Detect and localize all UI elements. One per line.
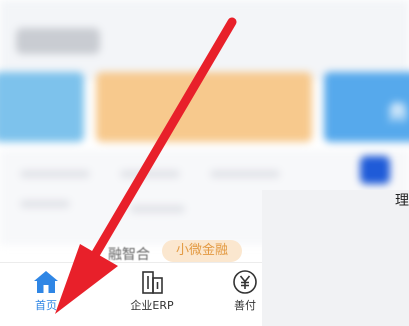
section-badge[interactable]: 小微金融 xyxy=(162,240,242,262)
content-placeholder-line xyxy=(120,170,180,178)
home-icon xyxy=(34,271,58,293)
content-placeholder-line xyxy=(20,200,70,208)
bottom-tab-bar: 首页 企业ERP 善付 xyxy=(0,262,262,326)
content-placeholder-line xyxy=(210,170,280,178)
tab-home[interactable]: 首页 xyxy=(6,263,86,326)
banner-card-orange[interactable] xyxy=(96,72,312,142)
content-placeholder-line xyxy=(130,205,185,213)
service-icon-tile[interactable] xyxy=(360,156,390,184)
service-label: 理 xyxy=(395,193,409,209)
yuan-coin-icon xyxy=(233,270,257,294)
tab-home-label: 首页 xyxy=(35,299,57,312)
tab-enterprise-erp[interactable]: 企业ERP xyxy=(112,263,192,326)
tab-pay-label: 善付 xyxy=(234,299,256,312)
tab-pay[interactable]: 善付 xyxy=(205,263,285,326)
tab-enterprise-erp-label: 企业ERP xyxy=(130,299,174,312)
header-title-placeholder xyxy=(16,28,100,54)
content-placeholder-line xyxy=(20,170,90,178)
banner-card-blue[interactable] xyxy=(0,72,84,142)
app-screen: 务 理 融智合 小微金融 首页 企业ERP 善付 xyxy=(0,0,409,326)
building-icon xyxy=(142,271,163,294)
banner-card-service-label: 务 xyxy=(388,100,408,124)
section-text: 融智合 xyxy=(108,247,150,263)
